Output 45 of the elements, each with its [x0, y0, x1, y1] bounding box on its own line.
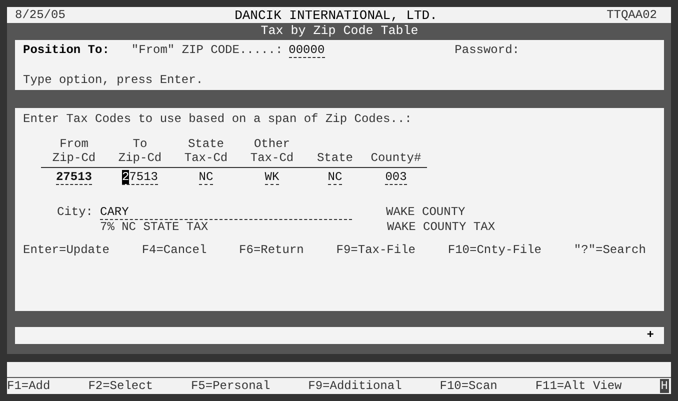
column-heading: To [132, 137, 148, 151]
county-tax-description: WAKE COUNTY TAX [387, 220, 496, 234]
state-tax-description: 7% NC STATE TAX [100, 220, 210, 234]
function-key-hint: F11=Alt View [535, 379, 622, 393]
more-indicator: + [646, 328, 654, 342]
instruction-text: Type option, press Enter. [23, 73, 204, 87]
password-label: Password: [454, 43, 520, 57]
position-zip-input[interactable]: 00000 [288, 44, 325, 58]
column-heading: Zip-Cd [118, 151, 162, 165]
function-key-hint: F6=Return [239, 243, 304, 257]
column-heading: Zip-Cd [52, 151, 96, 165]
code-input[interactable]: WK [264, 171, 280, 185]
function-key-hint: "?"=Search [574, 243, 646, 257]
city-label: City: [57, 205, 94, 219]
function-key-hint: F5=Personal [190, 379, 270, 393]
code-input[interactable]: 27513 [122, 171, 158, 185]
city-input[interactable]: CARY [100, 206, 352, 220]
function-key-hint: F10=Scan [440, 379, 498, 393]
zip-field-label: "From" ZIP CODE.....: [131, 43, 283, 57]
function-key-hint: F1=Add [7, 379, 50, 393]
code-input[interactable]: NC [198, 171, 214, 185]
function-key-hint: Enter=Update [23, 243, 110, 257]
function-key-hint: F9=Additional [308, 379, 402, 393]
company-name: DANCIK INTERNATIONAL, LTD. [234, 8, 438, 22]
county-name: WAKE COUNTY [386, 205, 466, 219]
code-input[interactable]: 27513 [56, 171, 92, 185]
screen-title: Tax by Zip Code Table [260, 23, 420, 40]
column-heading: State [188, 137, 224, 151]
function-key-hint: F9=Tax-File [336, 243, 416, 257]
program-id: TTQAA02 [606, 8, 657, 22]
column-heading: Tax-Cd [250, 151, 294, 165]
function-key-hint: F10=Cnty-File [448, 243, 542, 257]
column-heading: County# [370, 151, 422, 165]
status-indicator: H [660, 379, 669, 393]
code-input[interactable]: 003 [385, 171, 407, 185]
position-label: Position To: [23, 43, 110, 57]
function-key-hint: F4=Cancel [142, 243, 207, 257]
date-text: 8/25/05 [15, 8, 66, 22]
column-heading: Tax-Cd [184, 151, 228, 165]
function-key-hint: F2=Select [88, 379, 153, 393]
column-heading: State [316, 151, 353, 165]
prompt-text: Enter Tax Codes to use based on a span of Zip Codes..: [23, 112, 412, 126]
column-heading: Other [254, 137, 290, 151]
code-input[interactable]: NC [328, 171, 342, 185]
column-heading: From [60, 137, 88, 151]
